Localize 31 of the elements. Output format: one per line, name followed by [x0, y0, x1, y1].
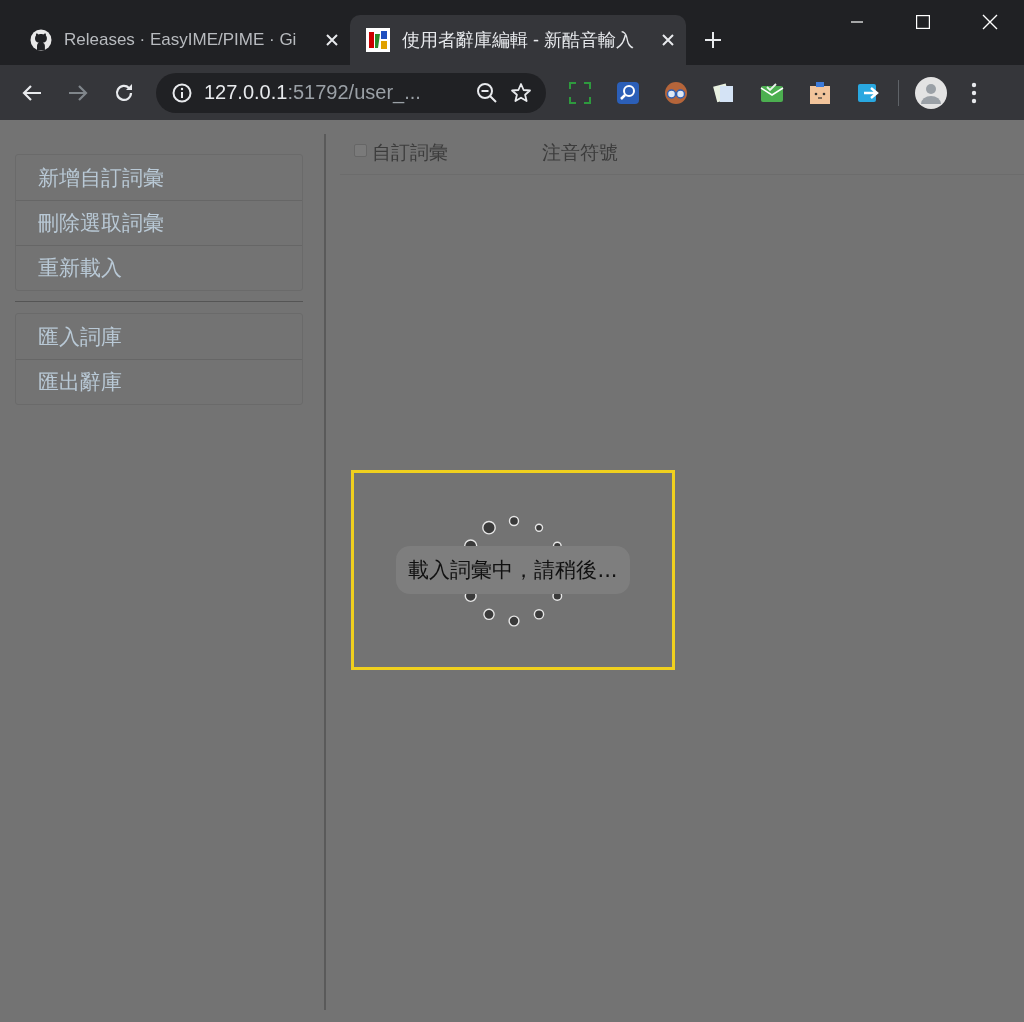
- sidebar-button[interactable]: 匯入詞庫: [16, 314, 302, 359]
- cat-logo-icon: [30, 29, 52, 51]
- forward-arrow-icon[interactable]: [68, 83, 88, 102]
- back-arrow-icon[interactable]: [22, 83, 42, 102]
- maximize-icon[interactable]: [916, 15, 930, 29]
- star-icon[interactable]: [510, 81, 532, 104]
- address-bar[interactable]: 127.0.0.1:51792/user_...: [156, 72, 546, 113]
- more-menu-icon[interactable]: [971, 81, 977, 104]
- tab-title: Releases · EasyIME/PIME · Gi: [64, 30, 298, 50]
- sidebar-button[interactable]: 重新載入: [16, 245, 302, 290]
- face-with-glasses-icon[interactable]: [664, 80, 688, 105]
- close-icon[interactable]: [662, 34, 674, 46]
- url-text: 127.0.0.1:51792/user_...: [204, 81, 422, 104]
- sidebar-button[interactable]: 刪除選取詞彙: [16, 200, 302, 245]
- browser-tab[interactable]: 使用者辭庫編輯 - 新酷音輸入: [350, 15, 686, 65]
- sidebar-button[interactable]: 匯出辭庫: [16, 359, 302, 404]
- envelope-icon[interactable]: [760, 80, 784, 105]
- app-logo-icon: [366, 28, 390, 52]
- reload-icon[interactable]: [114, 82, 134, 103]
- loading-message: 載入詞彙中，請稍後...: [396, 546, 630, 594]
- zoom-out-icon[interactable]: [476, 81, 498, 104]
- close-icon[interactable]: [326, 34, 338, 46]
- sidebar-button[interactable]: 新增自訂詞彙: [16, 155, 302, 200]
- magnifier-icon[interactable]: [616, 80, 640, 105]
- avatar-icon[interactable]: [915, 76, 947, 109]
- frame-icon[interactable]: [568, 80, 592, 105]
- plus-icon[interactable]: [704, 31, 722, 49]
- browser-tab[interactable]: Releases · EasyIME/PIME · Gi: [14, 15, 350, 65]
- box-face-icon[interactable]: [808, 80, 832, 105]
- tab-title: 使用者辭庫編輯 - 新酷音輸入: [402, 29, 635, 52]
- info-icon: [172, 82, 192, 103]
